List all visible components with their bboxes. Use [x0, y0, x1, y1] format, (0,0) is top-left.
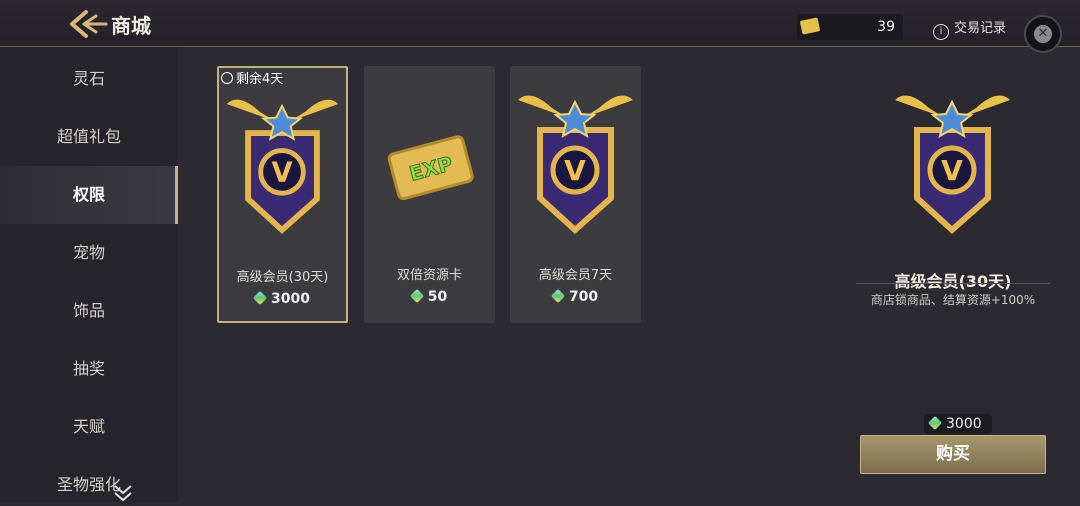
close-icon: ✕: [1034, 25, 1052, 43]
product-card-double-resource[interactable]: EXP 双倍资源卡 50: [364, 66, 495, 323]
sidebar-item-lottery[interactable]: 抽奖: [0, 340, 178, 398]
cost-value: 3000: [946, 416, 982, 432]
product-price: 3000: [219, 290, 346, 307]
product-card-vip-30d[interactable]: 剩余4天 V 高级会员(30天) 3000: [217, 66, 348, 323]
gem-icon: [252, 290, 268, 306]
top-bar: 商城 39 i 交易记录: [0, 0, 1080, 47]
svg-text:V: V: [564, 154, 586, 187]
sidebar-item-pet[interactable]: 宠物: [0, 224, 178, 282]
product-price: 700: [510, 288, 641, 305]
divider: [856, 283, 1050, 284]
product-price-value: 700: [568, 289, 599, 305]
product-name: 高级会员7天: [538, 268, 613, 283]
product-name: 双倍资源卡: [396, 268, 462, 283]
close-button[interactable]: ✕: [1024, 15, 1062, 53]
sidebar-item-privilege[interactable]: 权限: [0, 166, 178, 224]
sidebar-item-spirit-stone[interactable]: 灵石: [0, 50, 178, 108]
vip-badge-icon: V: [895, 95, 1010, 235]
svg-text:V: V: [941, 154, 963, 187]
transaction-history-label: 交易记录: [954, 21, 1007, 36]
category-sidebar: 灵石 超值礼包 权限 宠物 饰品 抽奖 天赋 圣物强化: [0, 47, 178, 502]
product-name: 高级会员(30天): [236, 270, 329, 285]
ticket-count: 39: [877, 19, 895, 35]
transaction-history-link[interactable]: i 交易记录: [933, 17, 1006, 40]
gem-icon: [927, 415, 943, 431]
product-price-value: 3000: [271, 291, 310, 307]
product-price-value: 50: [427, 289, 448, 305]
sidebar-item-relic-upgrade[interactable]: 圣物强化: [0, 456, 178, 502]
product-card-vip-7d[interactable]: V 高级会员7天 700: [510, 66, 641, 323]
sidebar-item-talent[interactable]: 天赋: [0, 398, 178, 456]
detail-description: 商店锁商品、结算资源+100%: [870, 293, 1036, 307]
buy-button[interactable]: 购买: [860, 435, 1046, 474]
chevron-double-down-icon[interactable]: [110, 484, 136, 502]
ticket-icon: [799, 17, 821, 35]
gem-icon: [409, 288, 424, 304]
ticket-balance: 39: [797, 14, 903, 40]
back-arrow-icon[interactable]: [66, 8, 108, 40]
svg-text:V: V: [272, 158, 293, 189]
page-title: 商城: [111, 14, 151, 38]
remaining-time: 剩余4天: [221, 68, 283, 87]
vip-badge-icon: V: [518, 95, 633, 235]
clock-icon: [221, 72, 233, 84]
sidebar-item-value-pack[interactable]: 超值礼包: [0, 108, 178, 166]
detail-product-name: 高级会员(30天): [894, 272, 1012, 291]
product-price: 50: [364, 288, 495, 305]
sidebar-item-accessory[interactable]: 饰品: [0, 282, 178, 340]
remaining-time-label: 剩余4天: [236, 72, 284, 87]
exp-card-icon: EXP: [387, 135, 474, 201]
vip-badge-icon: V: [226, 99, 339, 234]
info-icon: i: [933, 24, 949, 40]
cost-display: 3000: [924, 414, 992, 434]
gem-icon: [550, 288, 565, 304]
